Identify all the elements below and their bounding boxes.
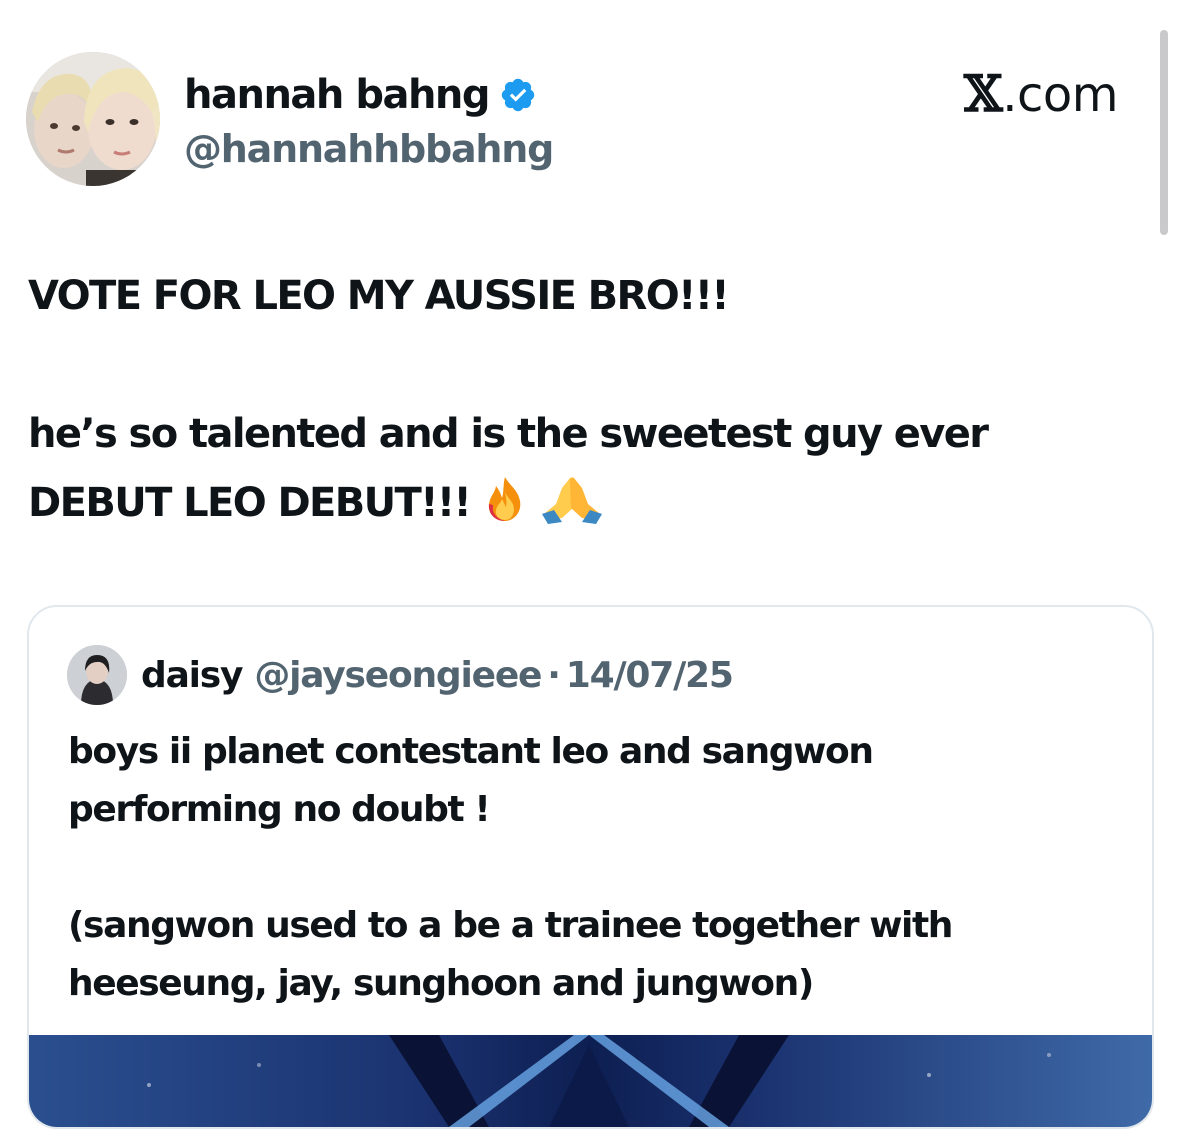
quoted-text-line: heeseung, jay, sunghoon and jungwon) (68, 963, 814, 1004)
post-text-line-content: DEBUT LEO DEBUT!!! (28, 480, 472, 526)
quoted-text-line: (sangwon used to a be a trainee together… (68, 905, 953, 946)
post-text-line: VOTE FOR LEO MY AUSSIE BRO!!! (28, 273, 730, 319)
quoted-post-header: daisy @jayseongieee · 14/07/25 (67, 645, 734, 705)
folded-hands-icon (540, 474, 604, 546)
quoted-post-card[interactable]: daisy @jayseongieee · 14/07/25 boys ii p… (27, 605, 1154, 1129)
separator-dot: · (547, 654, 561, 696)
author-avatar[interactable] (26, 52, 160, 186)
x-logo: 𝕏.com (963, 64, 1119, 125)
quoted-author-display-name[interactable]: daisy (141, 655, 244, 696)
author-name-row: hannah bahng (184, 70, 537, 120)
post-text-line: DEBUT LEO DEBUT!!! (28, 469, 1148, 546)
quoted-text-line: boys ii planet contestant leo and sangwo… (68, 731, 874, 772)
scrollbar[interactable] (1160, 30, 1168, 235)
quoted-author-avatar[interactable] (67, 645, 127, 705)
author-handle[interactable]: @hannahhbbahng (184, 124, 554, 174)
post-text-blank-line (28, 331, 1148, 400)
fire-emoji-icon (480, 474, 530, 546)
post-header: hannah bahng @hannahhbbahng 𝕏.com (26, 52, 1136, 192)
post-text-line: he’s so talented and is the sweetest guy… (28, 411, 989, 457)
quoted-text-line: performing no doubt ! (68, 789, 491, 830)
quoted-post-text: boys ii planet contestant leo and sangwo… (68, 723, 1128, 1013)
quoted-post-date[interactable]: 14/07/25 (566, 655, 734, 696)
quoted-text-blank-line (68, 839, 1128, 897)
site-logo-suffix: .com (1002, 67, 1118, 123)
author-display-name[interactable]: hannah bahng (184, 70, 491, 120)
quoted-author-handle[interactable]: @jayseongieee (254, 655, 542, 696)
x-mark-icon: 𝕏 (963, 64, 1003, 123)
quoted-post-media[interactable] (29, 1035, 1152, 1127)
verified-badge-icon (499, 76, 537, 114)
post-text: VOTE FOR LEO MY AUSSIE BRO!!! he’s so ta… (28, 262, 1148, 546)
